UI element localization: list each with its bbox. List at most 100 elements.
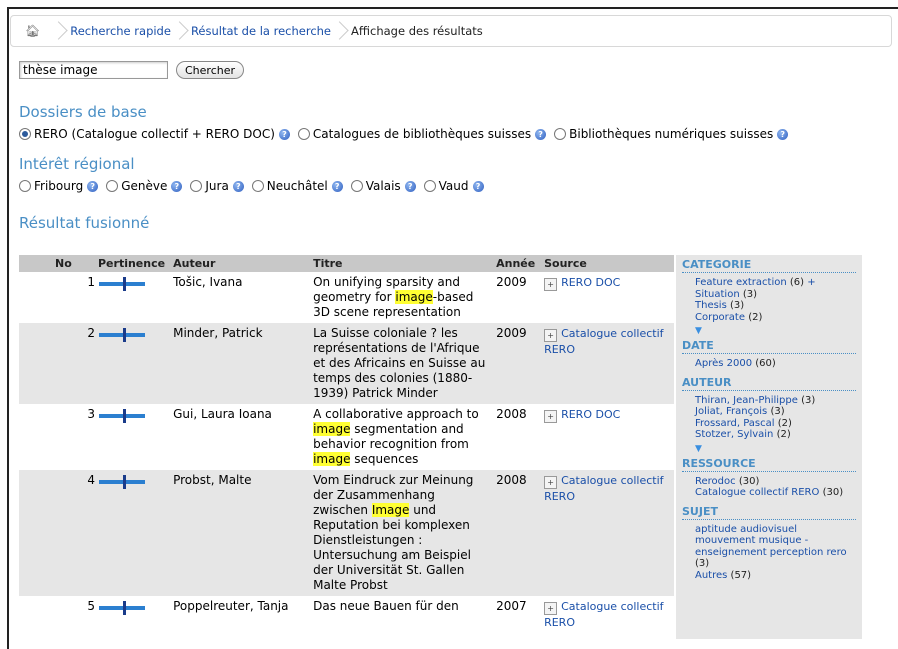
facet-link[interactable]: Thiran, Jean-Philippe bbox=[695, 395, 798, 406]
help-icon[interactable]: ? bbox=[278, 128, 290, 140]
regional-title: Intérêt régional bbox=[19, 155, 135, 173]
facet-link[interactable]: Catalogue collectif RERO bbox=[695, 487, 819, 498]
radio-fribourg-label[interactable]: Fribourg bbox=[34, 179, 83, 193]
help-icon[interactable]: ? bbox=[404, 180, 416, 192]
radio-geneve[interactable] bbox=[106, 180, 119, 192]
radio-valais[interactable] bbox=[350, 180, 363, 192]
expand-icon[interactable]: + bbox=[544, 602, 558, 615]
source-link[interactable]: Catalogue collectif RERO bbox=[544, 474, 663, 503]
facet-title-auteur: AUTEUR bbox=[682, 373, 856, 391]
facet-item: Joliat, François (3) bbox=[695, 406, 856, 418]
help-icon[interactable]: ? bbox=[232, 180, 244, 192]
search-button[interactable]: Chercher bbox=[176, 61, 245, 79]
facet-title-categorie: CATEGORIE bbox=[682, 255, 856, 273]
result-number: 2 bbox=[19, 323, 95, 404]
table-row: 5 Poppelreuter, Tanja Das neue Bauen für d… bbox=[19, 596, 674, 633]
facet-link[interactable]: Après 2000 bbox=[695, 358, 752, 369]
search-input[interactable] bbox=[19, 61, 168, 79]
header-no[interactable]: No bbox=[19, 255, 95, 272]
help-icon[interactable]: ? bbox=[87, 180, 99, 192]
header-title[interactable]: Titre bbox=[309, 255, 493, 272]
table-row: 1 Tošic, Ivana On unifying sparsity and ge… bbox=[19, 272, 674, 323]
radio-jura[interactable] bbox=[190, 180, 203, 192]
facet-title-date: DATE bbox=[682, 336, 856, 354]
regional-options: Fribourg ? Genève ? Jura ? Neuchâtel ? V… bbox=[19, 179, 492, 193]
facet-link[interactable]: Feature extraction bbox=[695, 277, 787, 288]
help-icon[interactable]: ? bbox=[472, 180, 484, 192]
radio-vaud[interactable] bbox=[423, 180, 436, 192]
radio-rero[interactable] bbox=[19, 128, 31, 140]
radio-bibliotheques-numeriques-label[interactable]: Bibliothèques numériques suisses bbox=[569, 127, 773, 141]
result-title[interactable]: Das neue Bauen für den bbox=[309, 596, 493, 633]
source-link[interactable]: RERO DOC bbox=[561, 276, 620, 289]
result-source: + RERO DOC bbox=[540, 404, 674, 470]
search-term-highlight: image bbox=[313, 422, 351, 436]
result-title[interactable]: On unifying sparsity and geometry for im… bbox=[309, 272, 493, 323]
show-more-icon[interactable]: ▼ bbox=[695, 444, 856, 454]
facet-item: Catalogue collectif RERO (30) bbox=[695, 487, 856, 499]
facet-link[interactable]: Autres bbox=[695, 570, 727, 581]
facets-sidebar: CATEGORIE Feature extraction (6) + Situati… bbox=[676, 255, 862, 639]
result-year: 2008 bbox=[492, 404, 541, 470]
search-term-highlight: image bbox=[313, 452, 351, 466]
expand-icon[interactable]: + bbox=[544, 278, 558, 291]
result-title[interactable]: La Suisse coloniale ? les représentation… bbox=[309, 323, 493, 404]
radio-vaud-label[interactable]: Vaud bbox=[439, 179, 469, 193]
radio-neuchatel-label[interactable]: Neuchâtel bbox=[267, 179, 328, 193]
facet-item: Corporate (2) bbox=[695, 312, 856, 324]
expand-icon[interactable]: + bbox=[544, 329, 558, 342]
facet-link[interactable]: Corporate bbox=[695, 312, 745, 323]
result-title[interactable]: Vom Eindruck zur Meinung der Zusammenhan… bbox=[309, 470, 493, 596]
source-link[interactable]: Catalogue collectif RERO bbox=[544, 600, 663, 629]
facet-count: (2) bbox=[748, 311, 763, 323]
result-year: 2009 bbox=[492, 323, 541, 404]
show-more-icon[interactable]: ▼ bbox=[695, 326, 856, 336]
header-author[interactable]: Auteur bbox=[169, 255, 310, 272]
result-title[interactable]: A collaborative approach to image segmen… bbox=[309, 404, 493, 470]
breadcrumb-recherche-rapide[interactable]: Recherche rapide bbox=[70, 24, 171, 38]
facet-expand-plus[interactable]: + bbox=[807, 277, 815, 288]
facet-link[interactable]: Stotzer, Sylvain bbox=[695, 429, 773, 440]
radio-fribourg[interactable] bbox=[19, 180, 31, 192]
title-text: La Suisse coloniale ? les représentation… bbox=[313, 326, 486, 400]
radio-catalogues-suisses[interactable] bbox=[297, 128, 310, 140]
help-icon[interactable]: ? bbox=[171, 180, 183, 192]
facet-link[interactable]: Rerodoc bbox=[695, 476, 736, 487]
help-icon[interactable]: ? bbox=[535, 128, 547, 140]
facet-count: (3) bbox=[770, 406, 785, 417]
breadcrumb-resultat-recherche[interactable]: Résultat de la recherche bbox=[191, 24, 331, 38]
result-author: Gui, Laura Ioana bbox=[169, 404, 310, 470]
facet-link[interactable]: aptitude audiovisuel mouvement musique -… bbox=[695, 524, 847, 558]
title-text: Das neue Bauen für den bbox=[313, 599, 459, 613]
facet-count: (30) bbox=[738, 475, 760, 487]
result-author: Probst, Malte bbox=[169, 470, 310, 596]
relevance-bar bbox=[99, 328, 145, 342]
radio-valais-label[interactable]: Valais bbox=[366, 179, 401, 193]
results-table: No Pertinence Auteur Titre Année Source … bbox=[19, 255, 674, 633]
facet-link[interactable]: Thesis bbox=[695, 300, 727, 311]
help-icon[interactable]: ? bbox=[777, 128, 789, 140]
header-relevance[interactable]: Pertinence bbox=[95, 255, 170, 272]
breadcrumb-separator bbox=[56, 20, 64, 42]
radio-jura-label[interactable]: Jura bbox=[205, 179, 228, 193]
facet-link[interactable]: Situation bbox=[695, 289, 740, 300]
header-year[interactable]: Année bbox=[492, 255, 541, 272]
result-number: 5 bbox=[19, 596, 95, 633]
radio-neuchatel[interactable] bbox=[251, 180, 264, 192]
facet-link[interactable]: Joliat, François bbox=[695, 406, 767, 417]
radio-geneve-label[interactable]: Genève bbox=[121, 179, 167, 193]
help-icon[interactable]: ? bbox=[331, 180, 343, 192]
source-link[interactable]: Catalogue collectif RERO bbox=[544, 327, 663, 356]
radio-catalogues-suisses-label[interactable]: Catalogues de bibliothèques suisses bbox=[313, 127, 531, 141]
dossiers-options: RERO (Catalogue collectif + RERO DOC) ? … bbox=[19, 127, 796, 141]
facet-item: Thiran, Jean-Philippe (3) bbox=[695, 395, 856, 407]
facet-list-categorie: Feature extraction (6) + Situation (3) The… bbox=[695, 277, 856, 323]
source-link[interactable]: RERO DOC bbox=[561, 408, 620, 421]
expand-icon[interactable]: + bbox=[544, 410, 558, 423]
radio-rero-label[interactable]: RERO (Catalogue collectif + RERO DOC) bbox=[34, 127, 275, 141]
facet-link[interactable]: Frossard, Pascal bbox=[695, 418, 775, 429]
expand-icon[interactable]: + bbox=[544, 476, 558, 489]
radio-bibliotheques-numeriques[interactable] bbox=[554, 128, 567, 140]
header-source[interactable]: Source bbox=[540, 255, 674, 272]
home-icon[interactable]: 🏠︎ bbox=[25, 24, 40, 38]
